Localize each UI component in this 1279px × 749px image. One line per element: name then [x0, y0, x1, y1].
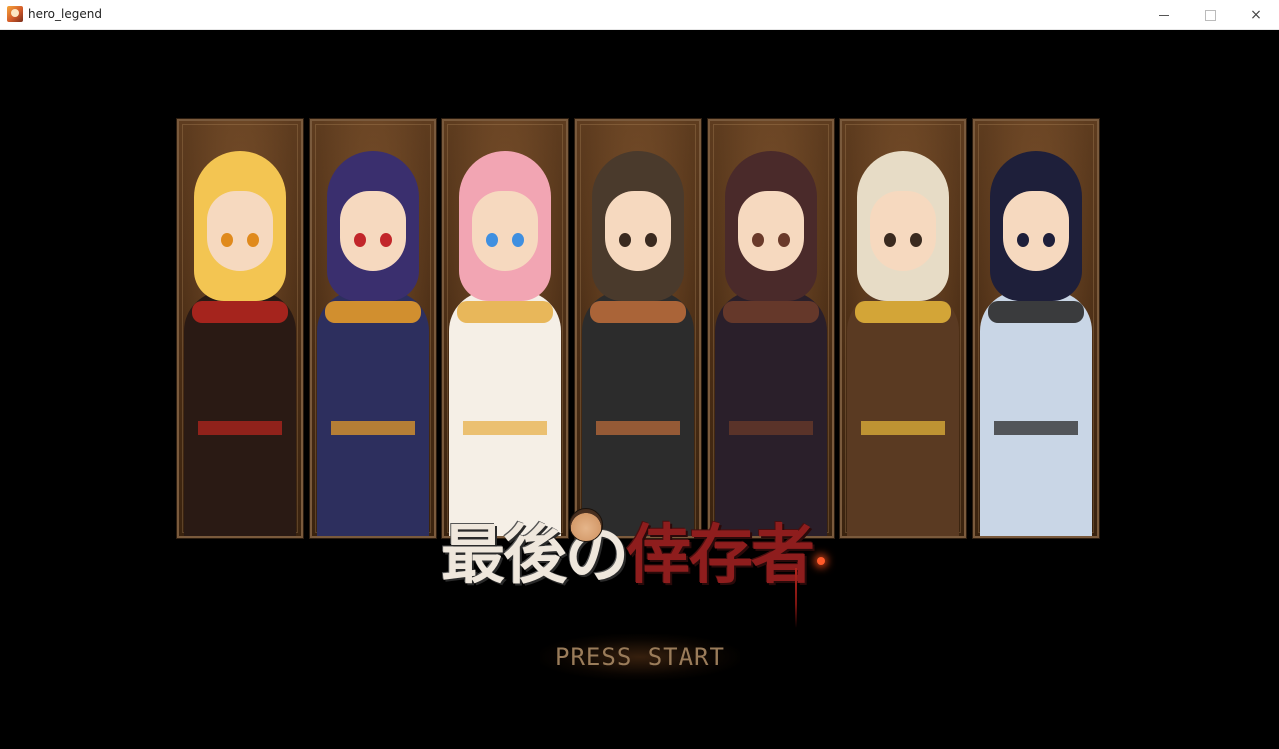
character-face	[340, 191, 406, 271]
character-belt	[729, 421, 813, 435]
character-belt	[331, 421, 415, 435]
window-titlebar: hero_legend ×	[0, 0, 1279, 30]
character-eye	[645, 233, 657, 247]
character-panel-oni-mask-kunoichi	[309, 118, 437, 539]
character-face	[738, 191, 804, 271]
character-face	[207, 191, 273, 271]
logo-title: 最後の倖存者	[441, 508, 815, 604]
character-panel-blonde-horned-girl	[176, 118, 304, 539]
character-accessory	[855, 301, 951, 323]
character-outfit	[317, 291, 429, 536]
character-belt	[596, 421, 680, 435]
character-panel-pink-maid	[441, 118, 569, 539]
character-face	[870, 191, 936, 271]
character-face	[1003, 191, 1069, 271]
character-accessory	[723, 301, 819, 323]
window-title: hero_legend	[28, 7, 102, 21]
character-accessory	[192, 301, 288, 323]
character-eye	[1043, 233, 1055, 247]
character-eye	[884, 233, 896, 247]
character-eye	[486, 233, 498, 247]
logo-spark-icon	[817, 557, 825, 565]
character-eye	[247, 233, 259, 247]
press-start-button[interactable]: PRESS START	[540, 634, 740, 680]
character-belt	[198, 421, 282, 435]
character-panel-samurai	[972, 118, 1100, 539]
character-panel-old-warrior	[839, 118, 967, 539]
character-eye	[910, 233, 922, 247]
character-belt	[463, 421, 547, 435]
character-eye	[221, 233, 233, 247]
character-eye	[380, 233, 392, 247]
character-eye	[778, 233, 790, 247]
game-title-screen[interactable]: 最後の倖存者 PRESS START	[0, 30, 1279, 749]
character-belt	[994, 421, 1078, 435]
minimize-icon	[1159, 14, 1169, 16]
character-outfit	[184, 291, 296, 536]
character-eye	[619, 233, 631, 247]
character-accessory	[457, 301, 553, 323]
close-icon: ×	[1250, 7, 1262, 23]
character-outfit	[715, 291, 827, 536]
app-icon	[7, 6, 23, 22]
close-button[interactable]: ×	[1233, 0, 1279, 30]
character-accessory	[590, 301, 686, 323]
character-face	[605, 191, 671, 271]
logo-character-head-icon	[569, 508, 603, 542]
character-eye	[354, 233, 366, 247]
minimize-button[interactable]	[1141, 0, 1187, 30]
character-outfit	[582, 291, 694, 536]
character-eye	[1017, 233, 1029, 247]
character-panel-glasses-woman	[707, 118, 835, 539]
character-outfit	[449, 291, 561, 536]
character-belt	[861, 421, 945, 435]
character-outfit	[980, 291, 1092, 536]
maximize-button[interactable]	[1187, 0, 1233, 30]
character-eye	[752, 233, 764, 247]
maximize-icon	[1204, 9, 1216, 21]
character-accessory	[988, 301, 1084, 323]
logo-part-red: 倖存者	[627, 519, 815, 593]
character-eye	[512, 233, 524, 247]
character-accessory	[325, 301, 421, 323]
logo-blood-drip	[795, 568, 797, 628]
character-face	[472, 191, 538, 271]
character-panel-blacksmith-man	[574, 118, 702, 539]
game-logo: 最後の倖存者	[441, 508, 841, 628]
character-outfit	[847, 291, 959, 536]
